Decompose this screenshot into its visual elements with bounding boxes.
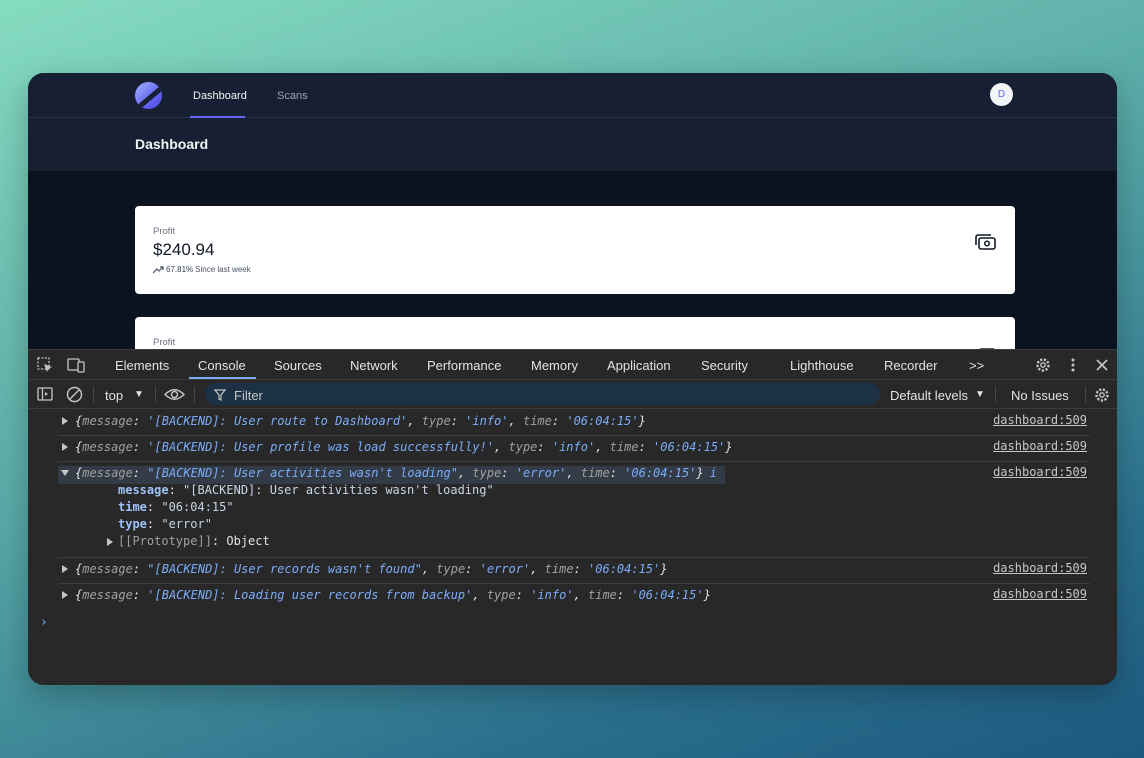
devtools-panel: Elements Console Sources Network Perform…: [28, 349, 1117, 685]
tab-memory[interactable]: Memory: [531, 358, 578, 373]
expand-arrow-icon[interactable]: [62, 591, 68, 599]
source-link[interactable]: dashboard:509: [993, 465, 1087, 479]
divider: [1085, 386, 1086, 403]
card-value: $240.94: [153, 240, 215, 259]
log-message: {message: '[BACKEND]: User profile was l…: [75, 440, 733, 454]
card-trend: 67.81% Since last week: [153, 265, 251, 274]
divider: [194, 386, 195, 403]
collapse-arrow-icon[interactable]: [61, 470, 69, 476]
issues-counter[interactable]: No Issues: [1011, 388, 1069, 403]
divider: [995, 386, 996, 403]
eye-icon[interactable]: [164, 388, 185, 401]
card-label: Profit: [153, 226, 176, 237]
console-log-row[interactable]: {message: '[BACKEND]: Loading user recor…: [58, 584, 1090, 610]
object-property: time: "06:04:15": [118, 500, 234, 514]
expand-arrow-icon[interactable]: [107, 538, 113, 546]
more-tabs-button[interactable]: >>: [969, 358, 984, 373]
console-log-row[interactable]: {message: "[BACKEND]: User records wasn'…: [58, 558, 1090, 584]
console-output: {message: '[BACKEND]: User route to Dash…: [28, 410, 1117, 685]
browser-window: Dashboard Scans D Dashboard Profit $240.…: [28, 73, 1117, 685]
log-message: {message: "[BACKEND]: User records wasn'…: [75, 562, 668, 576]
trend-percent: 67.81%: [166, 265, 194, 274]
divider: [93, 386, 94, 403]
console-log-row[interactable]: {message: '[BACKEND]: User route to Dash…: [58, 410, 1090, 436]
source-link[interactable]: dashboard:509: [993, 587, 1087, 601]
nav-tab-scans[interactable]: Scans: [277, 90, 308, 102]
console-prompt-chevron-icon[interactable]: ›: [40, 615, 48, 630]
filter-placeholder: Filter: [234, 388, 263, 403]
object-property: type: "error": [118, 517, 212, 531]
chevron-down-icon[interactable]: ▼: [975, 389, 985, 400]
expand-arrow-icon[interactable]: [62, 443, 68, 451]
active-devtools-tab-indicator: [189, 377, 256, 379]
object-prototype[interactable]: [[Prototype]]: Object: [118, 534, 270, 548]
console-settings-icon[interactable]: [1093, 386, 1111, 404]
settings-gear-icon[interactable]: [1034, 356, 1052, 374]
tab-lighthouse[interactable]: Lighthouse: [790, 358, 854, 373]
money-icon: [975, 234, 996, 250]
trend-up-icon: [153, 265, 164, 273]
clear-console-icon[interactable]: [66, 386, 83, 403]
app-logo[interactable]: [135, 82, 162, 109]
console-log-row[interactable]: {message: '[BACKEND]: User profile was l…: [58, 436, 1090, 462]
card-label: Profit: [153, 337, 176, 348]
log-levels-dropdown[interactable]: Default levels: [890, 388, 968, 403]
tab-performance[interactable]: Performance: [427, 358, 501, 373]
close-icon[interactable]: [1095, 358, 1109, 372]
filter-icon: [214, 389, 226, 401]
inspect-element-icon[interactable]: [37, 357, 54, 374]
profit-card: Profit $240.94 67.81% Since last week: [135, 206, 1015, 294]
avatar[interactable]: D: [990, 83, 1013, 106]
tab-recorder[interactable]: Recorder: [884, 358, 937, 373]
console-log-row-expanded[interactable]: {message: "[BACKEND]: User activities wa…: [58, 462, 1090, 558]
expand-arrow-icon[interactable]: [62, 565, 68, 573]
tab-network[interactable]: Network: [350, 358, 398, 373]
source-link[interactable]: dashboard:509: [993, 561, 1087, 575]
sidebar-toggle-icon[interactable]: [37, 386, 53, 402]
tab-security[interactable]: Security: [701, 358, 748, 373]
chevron-down-icon[interactable]: ▼: [134, 389, 144, 400]
top-navbar: Dashboard Scans D: [28, 73, 1117, 118]
log-message: {message: '[BACKEND]: User route to Dash…: [75, 414, 646, 428]
object-property: message: "[BACKEND]: User activities was…: [118, 483, 494, 497]
tab-sources[interactable]: Sources: [274, 358, 322, 373]
expand-arrow-icon[interactable]: [62, 417, 68, 425]
log-message: {message: "[BACKEND]: User activities wa…: [75, 466, 717, 480]
more-options-icon[interactable]: [1070, 357, 1076, 373]
device-toolbar-icon[interactable]: [67, 357, 85, 373]
info-badge-icon[interactable]: i: [710, 466, 717, 480]
trend-text: Since last week: [195, 265, 251, 274]
tab-console[interactable]: Console: [198, 358, 246, 373]
console-toolbar: top ▼ Filter Default levels ▼ No Issues: [28, 380, 1117, 409]
devtools-tab-bar: Elements Console Sources Network Perform…: [28, 350, 1117, 380]
tab-elements[interactable]: Elements: [115, 358, 169, 373]
divider: [155, 386, 156, 403]
nav-tab-dashboard[interactable]: Dashboard: [193, 90, 247, 102]
profit-card-2: Profit: [135, 317, 1015, 349]
app-viewport: Dashboard Scans D Dashboard Profit $240.…: [28, 73, 1117, 349]
tab-application[interactable]: Application: [607, 358, 671, 373]
source-link[interactable]: dashboard:509: [993, 439, 1087, 453]
source-link[interactable]: dashboard:509: [993, 413, 1087, 427]
filter-input[interactable]: [205, 383, 880, 405]
context-selector[interactable]: top: [105, 388, 123, 403]
page-title: Dashboard: [135, 136, 209, 152]
log-message: {message: '[BACKEND]: Loading user recor…: [75, 588, 711, 602]
